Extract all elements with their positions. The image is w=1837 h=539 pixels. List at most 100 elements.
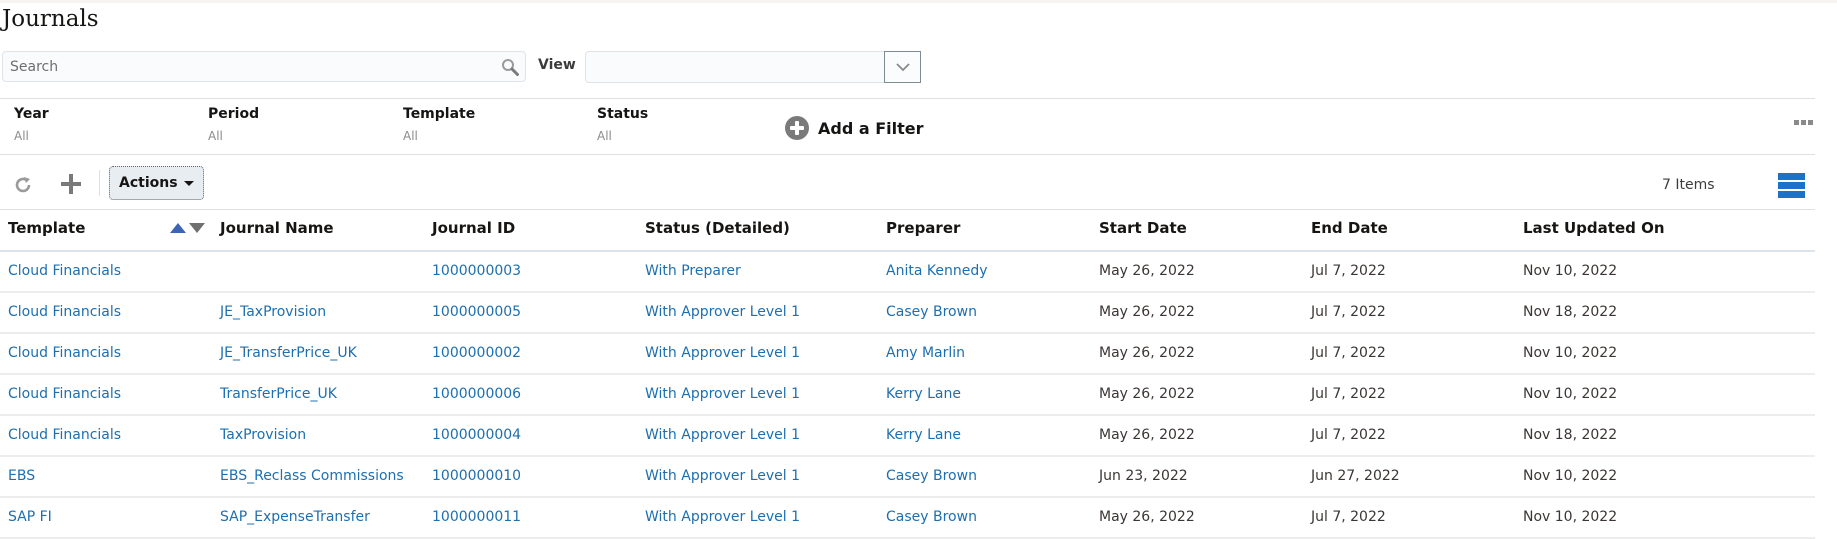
add-filter-label: Add a Filter <box>818 118 924 138</box>
cell-journal-name[interactable]: JE_TaxProvision <box>220 304 326 320</box>
table-row[interactable]: Cloud Financials JE_TaxProvision 100000000… <box>0 293 1815 334</box>
cell-journal-id[interactable]: 1000000006 <box>432 386 521 402</box>
filter-label: Period <box>208 106 260 122</box>
filter-value[interactable]: All <box>403 129 475 143</box>
search-input[interactable] <box>3 52 490 81</box>
cell-start-date: May 26, 2022 <box>1099 263 1195 279</box>
plus-icon[interactable] <box>61 174 81 194</box>
column-header-template[interactable]: Template <box>8 219 85 237</box>
more-horizontal-icon[interactable] <box>1794 120 1813 125</box>
cell-last-updated: Nov 10, 2022 <box>1523 468 1618 484</box>
column-header-preparer[interactable]: Preparer <box>886 219 960 237</box>
cell-start-date: May 26, 2022 <box>1099 304 1195 320</box>
refresh-icon[interactable] <box>13 175 33 195</box>
view-dropdown-button[interactable] <box>884 51 921 83</box>
view-select[interactable] <box>585 51 885 83</box>
cell-template[interactable]: Cloud Financials <box>8 386 121 402</box>
column-header-start-date[interactable]: Start Date <box>1099 219 1187 237</box>
cell-journal-id[interactable]: 1000000010 <box>432 468 521 484</box>
cell-end-date: Jul 7, 2022 <box>1311 263 1386 279</box>
column-header-status[interactable]: Status (Detailed) <box>645 219 790 237</box>
search-field[interactable] <box>2 51 526 82</box>
cell-status[interactable]: With Approver Level 1 <box>645 468 800 484</box>
cell-status[interactable]: With Preparer <box>645 263 741 279</box>
sort-asc-desc-icon[interactable] <box>170 223 205 233</box>
table-row[interactable]: Cloud Financials TaxProvision 1000000004 Wi… <box>0 416 1815 457</box>
table-row[interactable]: Cloud Financials 1000000003 With Preparer A… <box>0 252 1815 293</box>
cell-template[interactable]: Cloud Financials <box>8 304 121 320</box>
table-row[interactable]: EBS EBS_Reclass Commissions 1000000010 With… <box>0 457 1815 498</box>
cell-start-date: Jun 23, 2022 <box>1099 468 1188 484</box>
cell-template[interactable]: SAP FI <box>8 509 52 525</box>
page-title: Journals <box>2 6 99 32</box>
cell-last-updated: Nov 10, 2022 <box>1523 509 1618 525</box>
search-icon[interactable] <box>501 58 519 76</box>
divider <box>0 154 1815 155</box>
cell-end-date: Jul 7, 2022 <box>1311 427 1386 443</box>
cell-template[interactable]: Cloud Financials <box>8 427 121 443</box>
column-header-journal-id[interactable]: Journal ID <box>432 219 515 237</box>
cell-last-updated: Nov 18, 2022 <box>1523 304 1618 320</box>
cell-preparer[interactable]: Kerry Lane <box>886 386 961 402</box>
cell-end-date: Jul 7, 2022 <box>1311 509 1386 525</box>
cell-journal-id[interactable]: 1000000002 <box>432 345 521 361</box>
cell-preparer[interactable]: Amy Marlin <box>886 345 965 361</box>
add-filter-button[interactable]: Add a Filter <box>785 116 924 140</box>
cell-end-date: Jul 7, 2022 <box>1311 304 1386 320</box>
cell-journal-name[interactable]: JE_TransferPrice_UK <box>220 345 357 361</box>
filter-status[interactable]: Status All <box>597 106 648 143</box>
sort-ascending-icon[interactable] <box>170 223 186 233</box>
filter-value[interactable]: All <box>14 129 49 143</box>
table-body: Cloud Financials 1000000003 With Preparer A… <box>0 252 1815 539</box>
cell-template[interactable]: Cloud Financials <box>8 345 121 361</box>
cell-journal-name[interactable]: TransferPrice_UK <box>220 386 337 402</box>
journals-table: Template Journal Name Journal ID Status … <box>0 209 1815 539</box>
cell-journal-name[interactable]: SAP_ExpenseTransfer <box>220 509 370 525</box>
cell-preparer[interactable]: Casey Brown <box>886 468 977 484</box>
filter-year[interactable]: Year All <box>14 106 49 143</box>
cell-preparer[interactable]: Anita Kennedy <box>886 263 988 279</box>
cell-template[interactable]: Cloud Financials <box>8 263 121 279</box>
filter-period[interactable]: Period All <box>208 106 259 143</box>
sort-descending-icon[interactable] <box>189 223 205 233</box>
cell-preparer[interactable]: Casey Brown <box>886 509 977 525</box>
items-count: 7 Items <box>1662 177 1715 193</box>
cell-start-date: May 26, 2022 <box>1099 345 1195 361</box>
cell-journal-name[interactable]: TaxProvision <box>220 427 306 443</box>
filter-value[interactable]: All <box>597 129 648 143</box>
cell-last-updated: Nov 10, 2022 <box>1523 386 1618 402</box>
table-row[interactable]: Cloud Financials TransferPrice_UK 10000000… <box>0 375 1815 416</box>
cell-preparer[interactable]: Kerry Lane <box>886 427 961 443</box>
actions-label: Actions <box>119 175 178 191</box>
cell-journal-id[interactable]: 1000000005 <box>432 304 521 320</box>
cell-preparer[interactable]: Casey Brown <box>886 304 977 320</box>
filter-template[interactable]: Template All <box>403 106 475 143</box>
cell-start-date: May 26, 2022 <box>1099 386 1195 402</box>
cell-status[interactable]: With Approver Level 1 <box>645 386 800 402</box>
cell-start-date: May 26, 2022 <box>1099 509 1195 525</box>
cell-journal-id[interactable]: 1000000004 <box>432 427 521 443</box>
cell-last-updated: Nov 10, 2022 <box>1523 263 1618 279</box>
cell-status[interactable]: With Approver Level 1 <box>645 345 800 361</box>
filter-label: Template <box>403 106 476 122</box>
cell-end-date: Jun 27, 2022 <box>1311 468 1400 484</box>
table-row[interactable]: Cloud Financials JE_TransferPrice_UK 10000… <box>0 334 1815 375</box>
cell-status[interactable]: With Approver Level 1 <box>645 304 800 320</box>
top-strip <box>0 0 1837 3</box>
cell-journal-id[interactable]: 1000000003 <box>432 263 521 279</box>
list-view-icon[interactable] <box>1778 173 1805 198</box>
cell-status[interactable]: With Approver Level 1 <box>645 427 800 443</box>
column-header-journal-name[interactable]: Journal Name <box>220 219 334 237</box>
actions-button[interactable]: Actions <box>109 166 204 200</box>
cell-template[interactable]: EBS <box>8 468 35 484</box>
cell-status[interactable]: With Approver Level 1 <box>645 509 800 525</box>
filter-value[interactable]: All <box>208 129 259 143</box>
cell-last-updated: Nov 10, 2022 <box>1523 345 1618 361</box>
divider <box>0 98 1815 99</box>
view-label: View <box>538 57 576 73</box>
table-header: Template Journal Name Journal ID Status … <box>0 209 1815 252</box>
cell-journal-name[interactable]: EBS_Reclass Commissions <box>220 468 404 484</box>
column-header-end-date[interactable]: End Date <box>1311 219 1388 237</box>
column-header-last-updated[interactable]: Last Updated On <box>1523 219 1665 237</box>
cell-journal-id[interactable]: 1000000011 <box>432 509 521 525</box>
